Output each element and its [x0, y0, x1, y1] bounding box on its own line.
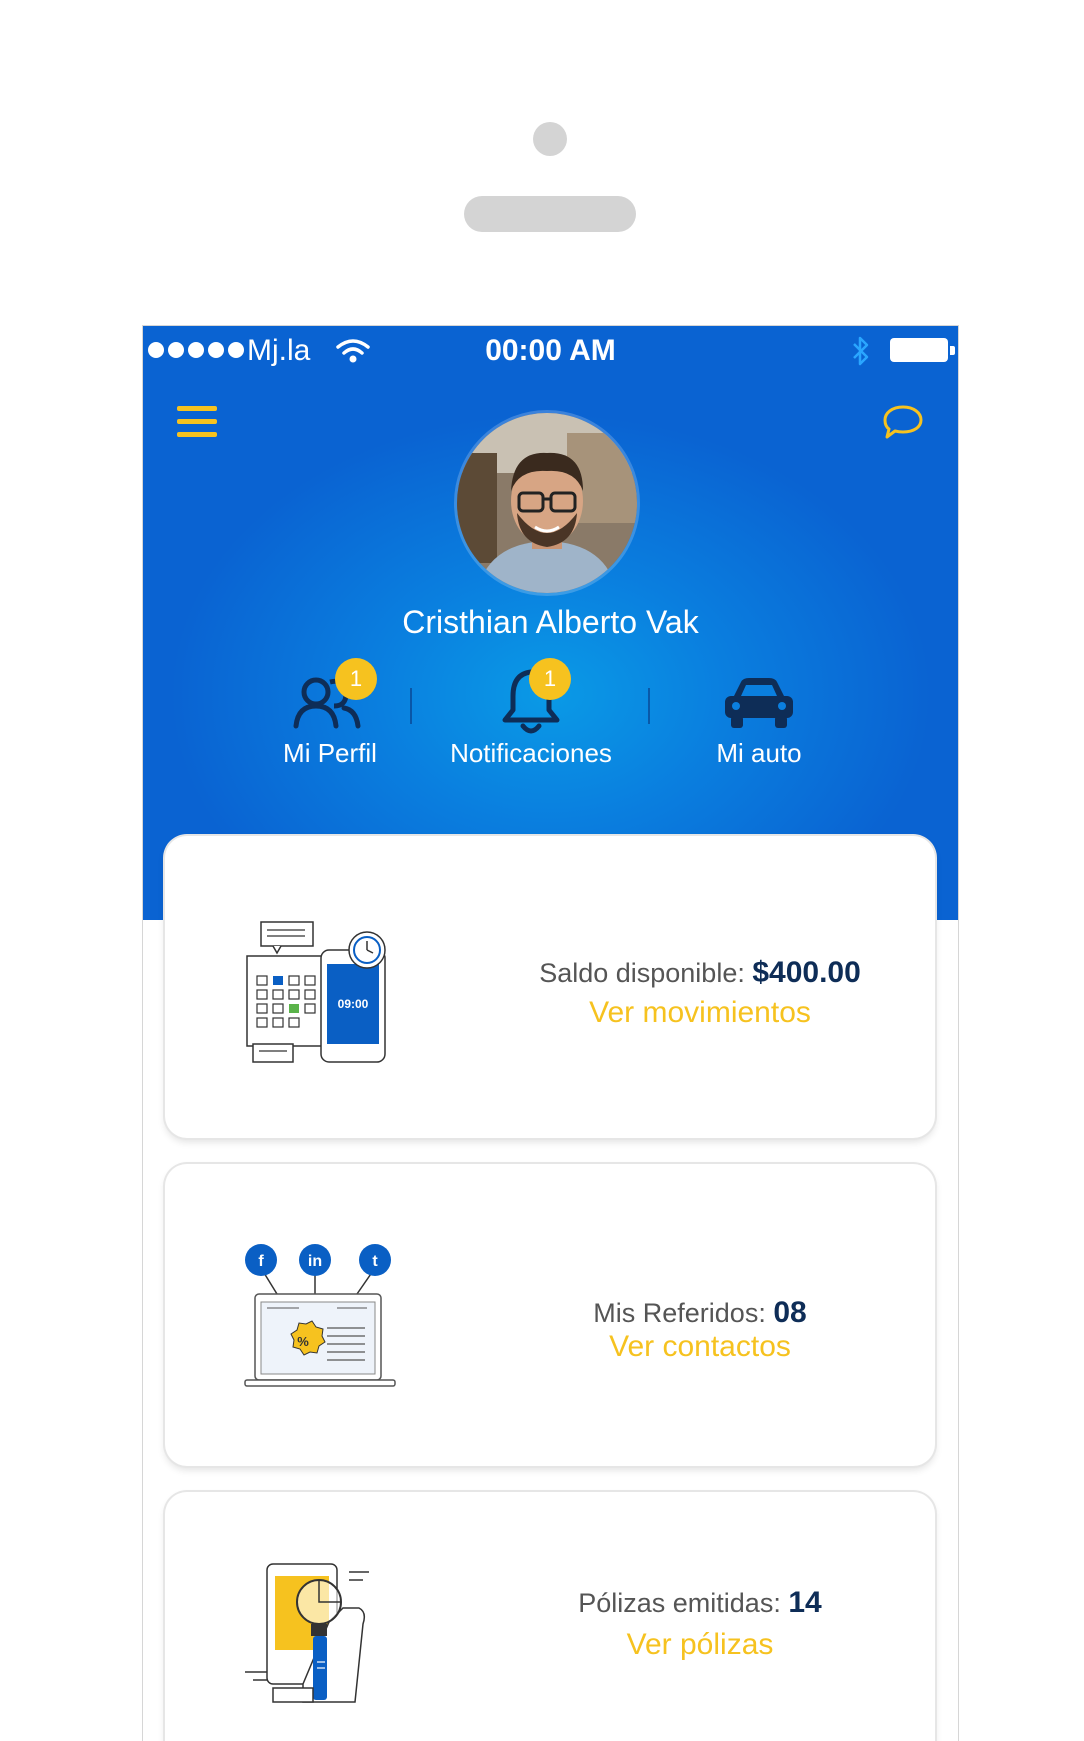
saldo-label: Saldo disponible: — [539, 958, 745, 988]
referidos-value: 08 — [773, 1296, 807, 1329]
ver-polizas-link[interactable]: Ver pólizas — [465, 1628, 935, 1662]
hamburger-menu-icon[interactable] — [177, 406, 217, 440]
referidos-label: Mis Referidos: — [593, 1298, 766, 1328]
quick-action-mi-auto[interactable]: Mi auto — [689, 666, 829, 776]
ver-contactos-link[interactable]: Ver contactos — [465, 1330, 935, 1364]
saldo-value: $400.00 — [752, 956, 861, 989]
device-speaker — [464, 196, 636, 232]
polizas-value: 14 — [788, 1586, 822, 1619]
notifications-badge: 1 — [529, 658, 571, 700]
car-icon — [725, 678, 793, 728]
twitter-letter: t — [372, 1253, 378, 1270]
facebook-letter: f — [258, 1253, 264, 1270]
avatar[interactable] — [454, 410, 640, 596]
quick-action-label: Mi auto — [716, 738, 802, 768]
saldo-card[interactable]: 09:00 Saldo disponible: $400.00 Ver movi… — [165, 836, 935, 1138]
avatar-photo — [457, 413, 637, 593]
ver-movimientos-link[interactable]: Ver movimientos — [465, 996, 935, 1030]
bluetooth-icon — [853, 336, 869, 366]
quick-action-notificaciones[interactable]: 1 Notificaciones — [441, 658, 621, 776]
referidos-card[interactable]: f in t % Mis Referidos: 08 Ver contactos — [165, 1164, 935, 1466]
calendar-phone-illustration: 09:00 — [246, 921, 386, 1063]
policy-magnifier-illustration — [245, 1563, 369, 1703]
quick-action-label: Notificaciones — [450, 738, 612, 768]
user-name: Cristhian Alberto Vak — [402, 604, 699, 640]
linkedin-letter: in — [308, 1253, 322, 1270]
polizas-card[interactable]: Pólizas emitidas: 14 Ver pólizas — [165, 1492, 935, 1741]
quick-action-mi-perfil[interactable]: 1 Mi Perfil — [265, 658, 395, 776]
quick-action-label: Mi Perfil — [283, 738, 377, 768]
chat-bubble-icon[interactable] — [881, 402, 925, 444]
phone-screen: Mj.la 00:00 AM Cristhian Alberto Vak 1 M… — [142, 325, 959, 1741]
phone-time: 09:00 — [338, 997, 369, 1011]
divider — [648, 688, 650, 724]
battery-icon — [890, 338, 948, 362]
status-bar: Mj.la 00:00 AM — [143, 326, 958, 374]
laptop-social-illustration: f in t % — [244, 1244, 396, 1387]
polizas-label: Pólizas emitidas: — [578, 1588, 781, 1618]
referidos-line: Mis Referidos: 08 — [465, 1296, 935, 1330]
polizas-line: Pólizas emitidas: 14 — [465, 1586, 935, 1620]
divider — [410, 688, 412, 724]
saldo-line: Saldo disponible: $400.00 — [465, 956, 935, 990]
battery-tip — [950, 346, 955, 355]
device-camera — [533, 122, 567, 156]
percent-badge: % — [297, 1334, 309, 1349]
profile-badge: 1 — [335, 658, 377, 700]
status-time: 00:00 AM — [485, 334, 616, 367]
